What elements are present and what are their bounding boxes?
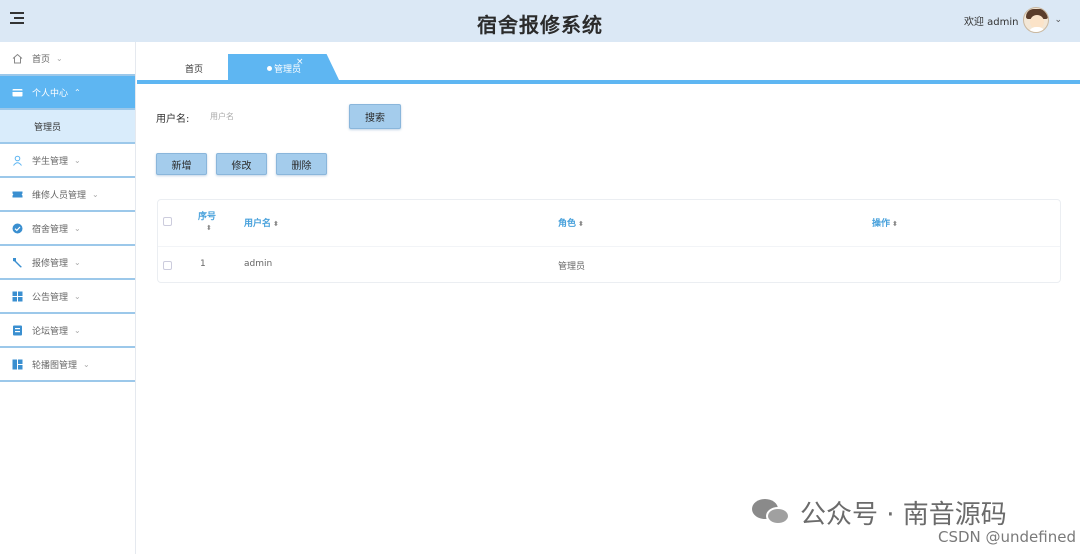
sidebar-item-label: 首页: [32, 54, 51, 65]
welcome-text: 欢迎 admin: [963, 16, 1019, 28]
sidebar-item-repairers[interactable]: 维修人员管理 ⌄: [0, 178, 135, 212]
sidebar-item-label: 学生管理: [32, 156, 69, 167]
forum-icon: [12, 325, 23, 336]
avatar[interactable]: [1023, 7, 1050, 33]
tab-bar: 首页 管理员 ×: [137, 42, 1080, 84]
tab-home[interactable]: 首页: [159, 54, 229, 82]
active-dot-icon: [266, 65, 272, 71]
search-input[interactable]: [200, 104, 340, 128]
sidebar-item-label: 轮播图管理: [32, 360, 78, 371]
search-label: 用户名:: [156, 114, 190, 125]
chevron-down-icon: ⌄: [92, 189, 99, 199]
row-divider: [158, 246, 1060, 247]
app-title: 宿舍报修系统: [477, 13, 603, 37]
data-table: 序号 ⬍ 用户名 ⬍ 角色 ⬍ 操作 ⬍ 1 admin 管理员: [157, 199, 1061, 283]
sidebar-item-label: 维修人员管理: [32, 190, 87, 201]
sidebar-item-notices[interactable]: 公告管理 ⌄: [0, 280, 135, 314]
sidebar-item-label: 宿舍管理: [32, 224, 69, 235]
user-menu[interactable]: 欢迎 admin ⌄: [964, 6, 1062, 34]
sidebar-item-label: 公告管理: [32, 292, 69, 303]
user-icon: [12, 155, 23, 166]
ticket-icon: [12, 189, 23, 200]
cell-index: 1: [200, 259, 206, 269]
wechat-icon: [752, 497, 792, 529]
top-header: 宿舍报修系统 欢迎 admin ⌄: [0, 0, 1080, 42]
header-username[interactable]: 用户名 ⬍: [244, 216, 279, 229]
chevron-down-icon: ⌄: [74, 257, 81, 267]
close-icon[interactable]: ×: [296, 57, 304, 67]
sidebar-item-forum[interactable]: 论坛管理 ⌄: [0, 314, 135, 348]
chevron-down-icon: ⌄: [74, 155, 81, 165]
chevron-down-icon: ⌄: [74, 223, 81, 233]
header-index[interactable]: 序号: [198, 209, 216, 222]
chevron-down-icon: ⌄: [56, 53, 63, 63]
carousel-icon: [12, 359, 23, 370]
sidebar-item-carousel[interactable]: 轮播图管理 ⌄: [0, 348, 135, 382]
sort-icon[interactable]: ⬍: [273, 220, 279, 228]
grid-icon: [12, 291, 23, 302]
sidebar-subitem-admin[interactable]: 管理员: [0, 110, 135, 144]
sort-icon[interactable]: ⬍: [578, 220, 584, 228]
sidebar: 首页 ⌄ 个人中心 ⌃ 管理员 学生管理 ⌄ 维修人员管理 ⌄ 宿舍管理 ⌄ 报…: [0, 42, 136, 554]
tab-admin[interactable]: 管理员 ×: [228, 54, 340, 82]
chevron-down-icon: ⌄: [83, 359, 90, 369]
search-button[interactable]: 搜索: [349, 104, 401, 129]
row-checkbox[interactable]: [163, 261, 172, 270]
header-operation[interactable]: 操作 ⬍: [872, 216, 898, 229]
delete-button[interactable]: 删除: [276, 153, 327, 175]
chevron-down-icon[interactable]: ⌄: [1054, 15, 1062, 25]
sort-icon[interactable]: ⬍: [892, 220, 898, 228]
sidebar-item-repairs[interactable]: 报修管理 ⌄: [0, 246, 135, 280]
check-circle-icon: [12, 223, 23, 234]
sidebar-item-label: 个人中心: [32, 88, 69, 99]
edit-button[interactable]: 修改: [216, 153, 267, 175]
tool-icon: [12, 257, 23, 268]
sidebar-item-dorms[interactable]: 宿舍管理 ⌄: [0, 212, 135, 246]
csdn-watermark: CSDN @undefined: [937, 528, 1076, 546]
home-icon: [12, 53, 23, 64]
wechat-watermark: 公众号 · 南音源码: [752, 494, 1007, 531]
chevron-down-icon: ⌄: [74, 325, 81, 335]
chevron-down-icon: ⌄: [74, 291, 81, 301]
header-role[interactable]: 角色 ⬍: [558, 216, 584, 229]
sidebar-item-label: 报修管理: [32, 258, 69, 269]
select-all-checkbox[interactable]: [163, 217, 172, 226]
sidebar-item-students[interactable]: 学生管理 ⌄: [0, 144, 135, 178]
cell-role: 管理员: [558, 262, 586, 272]
sidebar-item-profile[interactable]: 个人中心 ⌃: [0, 76, 135, 110]
watermark-text: 公众号 · 南音源码: [800, 500, 1007, 530]
sort-icon[interactable]: ⬍: [206, 224, 212, 232]
cell-username: admin: [244, 259, 273, 269]
tab-underline: [137, 80, 1080, 84]
wallet-icon: [12, 87, 23, 98]
sidebar-item-home[interactable]: 首页 ⌄: [0, 42, 135, 76]
add-button[interactable]: 新增: [156, 153, 207, 175]
chevron-up-icon: ⌃: [74, 87, 81, 97]
sidebar-item-label: 论坛管理: [32, 326, 69, 337]
